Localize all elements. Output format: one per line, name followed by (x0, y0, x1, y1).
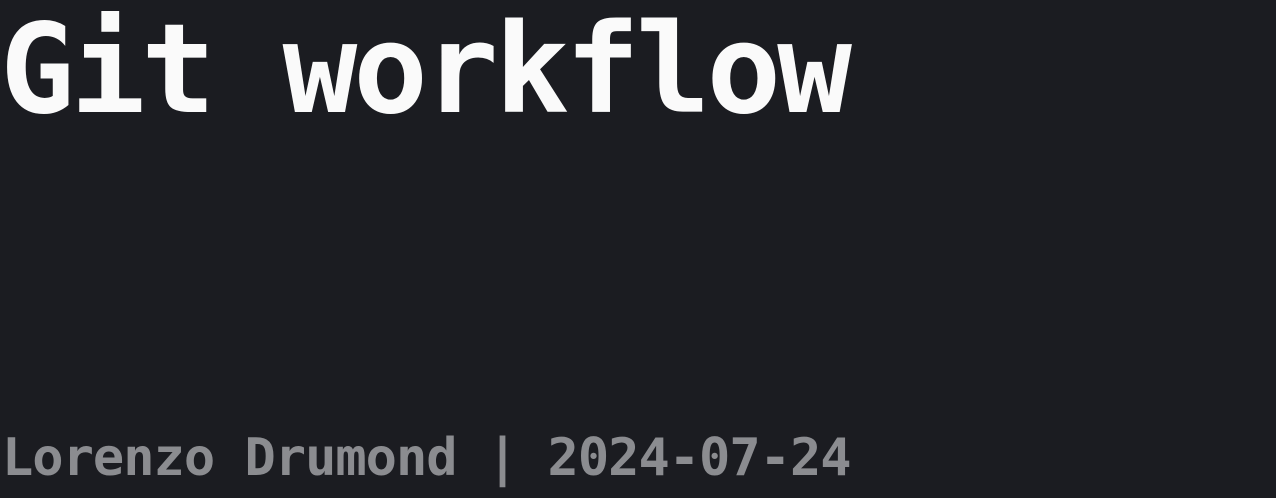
author-date-byline: Lorenzo Drumond | 2024-07-24 (2, 428, 852, 488)
slide-title: Git workflow (0, 0, 852, 142)
title-slide: Git workflow Lorenzo Drumond | 2024-07-2… (0, 0, 1276, 498)
